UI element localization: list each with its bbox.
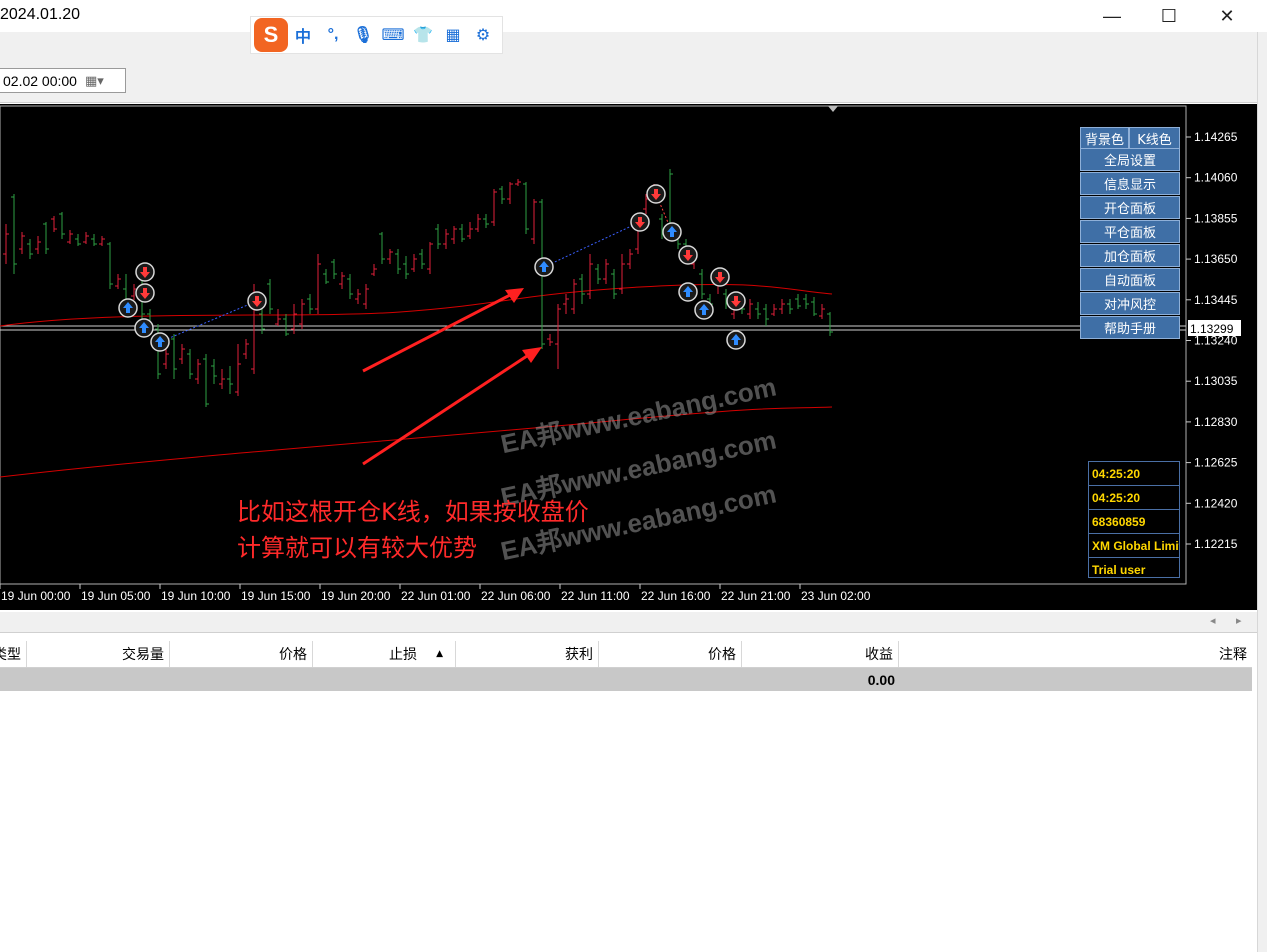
calendar-icon[interactable]: ▦▾ [85, 73, 104, 89]
close-position-panel-button[interactable]: 平仓面板 [1080, 220, 1180, 243]
price-tick-label: 1.13035 [1194, 374, 1238, 388]
price-tick-label: 1.13855 [1194, 211, 1238, 225]
trade-connector-line [159, 300, 258, 343]
time-tick-label: 22 Jun 21:00 [721, 589, 791, 603]
keyboard-icon[interactable]: ⌨ [378, 25, 408, 45]
background-color-button[interactable]: 背景色 [1080, 127, 1129, 149]
date-picker[interactable]: 02.02 00:00 ▦▾ [0, 68, 126, 93]
sogou-logo-icon[interactable]: S [254, 18, 288, 52]
title-bar: 2024.01.20 — ☐ ✕ [0, 0, 1267, 32]
col-volume[interactable]: 交易量 [27, 641, 170, 667]
account-type: Trial user [1092, 562, 1146, 577]
time-tick-label: 19 Jun 05:00 [81, 589, 151, 603]
account-number: 68360859 [1089, 510, 1179, 534]
annotation-text: 比如这根开仓K线，如果按收盘价 计算就可以有较大优势 [237, 494, 589, 566]
col-price[interactable]: 价格 [170, 641, 313, 667]
price-tick-label: 1.13650 [1194, 252, 1238, 266]
col-type[interactable]: 类型 [0, 641, 27, 667]
annotation-line-1: 比如这根开仓K线，如果按收盘价 [237, 498, 589, 526]
scroll-left-icon[interactable]: ◂ [1210, 614, 1216, 627]
col-comment[interactable]: 注释 [899, 641, 1252, 667]
profit-total: 0.00 [867, 671, 895, 688]
maximize-button[interactable]: ☐ [1140, 0, 1198, 32]
annotation-line-2: 计算就可以有较大优势 [237, 534, 477, 562]
punctuation-button[interactable]: °, [318, 26, 348, 44]
time-tick-label: 19 Jun 15:00 [241, 589, 311, 603]
hedge-risk-button[interactable]: 对冲风控 [1080, 292, 1180, 315]
col-profit[interactable]: 收益 [742, 641, 899, 667]
add-position-panel-button[interactable]: 加仓面板 [1080, 244, 1180, 267]
time-tick-label: 19 Jun 10:00 [161, 589, 231, 603]
price-tick-label: 1.12830 [1194, 415, 1238, 429]
open-position-panel-button[interactable]: 开仓面板 [1080, 196, 1180, 219]
current-price-label: 1.13299 [1190, 322, 1234, 336]
time-tick-label: 23 Jun 02:00 [801, 589, 871, 603]
date-value: 02.02 00:00 [3, 72, 77, 89]
price-tick-label: 1.12625 [1194, 456, 1238, 470]
time-tick-label: 22 Jun 01:00 [401, 589, 471, 603]
annotation-arrow [362, 292, 513, 373]
trade-table-header: 类型 交易量 价格 止损 ▲ 获利 价格 收益 注释 [0, 641, 1252, 668]
panel-tab-strip: ◂ ▸ [0, 612, 1257, 633]
price-tick-label: 1.14060 [1194, 171, 1238, 185]
col-take-profit[interactable]: 获利 [456, 641, 599, 667]
trade-connector-line [543, 221, 641, 268]
price-tick-label: 1.12215 [1194, 537, 1238, 551]
right-scrollbar[interactable] [1257, 32, 1267, 952]
time-tick-label: 22 Jun 16:00 [641, 589, 711, 603]
scroll-right-icon[interactable]: ▸ [1236, 614, 1242, 627]
summary-row: 0.00 [0, 668, 1252, 691]
server-time: 04:25:20 [1089, 462, 1179, 486]
time-tick-label: 22 Jun 06:00 [481, 589, 551, 603]
annotation-arrowhead-icon [522, 347, 542, 363]
scroll-marker-icon [828, 106, 838, 112]
settings-icon[interactable]: ⚙ [468, 25, 498, 45]
grid-icon[interactable]: ▦ [438, 25, 468, 45]
price-tick-label: 1.14265 [1194, 130, 1238, 144]
broker-name: XM Global Limited [1089, 534, 1179, 558]
time-tick-label: 22 Jun 11:00 [561, 589, 630, 603]
global-settings-button[interactable]: 全局设置 [1080, 148, 1180, 171]
price-tick-label: 1.13445 [1194, 293, 1238, 307]
col-stop-loss[interactable]: 止损 ▲ [313, 641, 456, 667]
skin-icon[interactable]: 👕 [408, 25, 438, 45]
time-tick-label: 19 Jun 20:00 [321, 589, 391, 603]
help-manual-button[interactable]: 帮助手册 [1080, 316, 1180, 339]
sort-asc-icon: ▲ [436, 649, 443, 659]
time-tick-label: 19 Jun 00:00 [1, 589, 71, 603]
col-current-price[interactable]: 价格 [599, 641, 742, 667]
account-info-panel: 04:25:20 04:25:20 68360859 XM Global Lim… [1088, 461, 1180, 578]
candle-color-button[interactable]: K线色 [1129, 127, 1180, 149]
col-stop-loss-label: 止损 [389, 647, 417, 663]
ime-mode-button[interactable]: 中 [288, 23, 318, 47]
ime-toolbar: S 中 °, 🎙 ⌨ 👕 ▦ ⚙ [250, 16, 503, 54]
microphone-icon[interactable]: 🎙 [348, 25, 378, 45]
window-title: 2024.01.20 [0, 6, 81, 23]
minimize-button[interactable]: — [1083, 0, 1141, 32]
price-tick-label: 1.12420 [1194, 496, 1238, 510]
info-display-button[interactable]: 信息显示 [1080, 172, 1180, 195]
auto-panel-button[interactable]: 自动面板 [1080, 268, 1180, 291]
close-button[interactable]: ✕ [1198, 0, 1256, 32]
toolbar [0, 32, 1257, 103]
local-time: 04:25:20 [1089, 486, 1179, 510]
